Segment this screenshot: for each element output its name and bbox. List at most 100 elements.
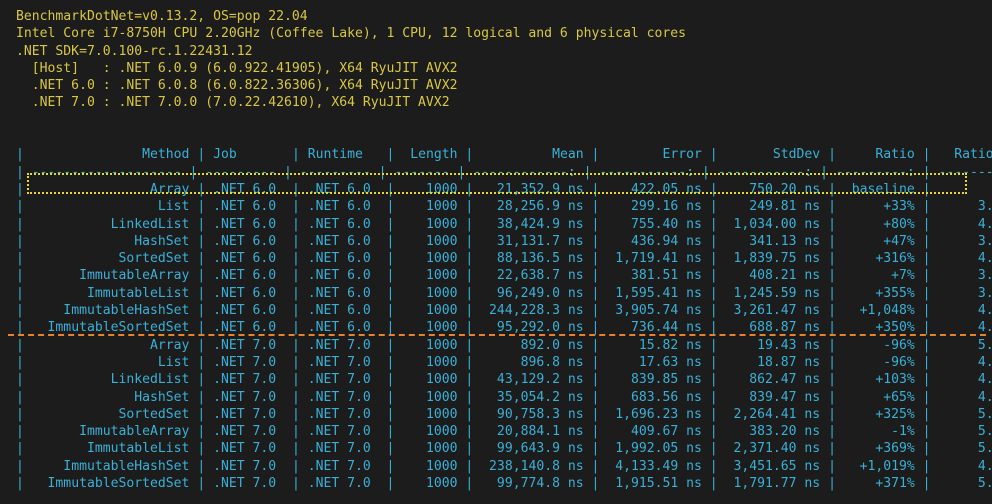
column-header-ratiosd: RatioSD bbox=[954, 147, 992, 163]
cell-ratiosd: 3.7% bbox=[977, 268, 992, 284]
cell-method: ImmutableList bbox=[23, 441, 198, 457]
cell-method: List bbox=[23, 199, 198, 215]
cell-stddev: 1,245.59 ns bbox=[717, 285, 829, 301]
cell-method: ImmutableArray bbox=[23, 424, 198, 440]
cell-runtime: .NET 7.0 bbox=[299, 441, 387, 457]
cell-length: 1000 bbox=[394, 372, 466, 388]
cell-ratiosd: 4.5% bbox=[977, 372, 992, 388]
cell-length: 1000 bbox=[394, 441, 466, 457]
cell-runtime: .NET 6.0 bbox=[299, 303, 387, 319]
header-line-cpu: Intel Core i7-8750H CPU 2.20GHz (Coffee … bbox=[16, 26, 687, 42]
cell-mean: 90,758.3 ns bbox=[473, 406, 592, 422]
cell-job: .NET 7.0 bbox=[205, 337, 292, 353]
cell-stddev: 383.20 ns bbox=[717, 424, 829, 440]
cell-ratiosd: 4.6% bbox=[977, 303, 992, 319]
cell-stddev: 18.87 ns bbox=[717, 354, 829, 370]
table-row: | List | .NET 7.0 | .NET 7.0 | 1000 | 89… bbox=[16, 354, 992, 371]
cell-runtime: .NET 6.0 bbox=[299, 199, 387, 215]
cell-job: .NET 6.0 bbox=[205, 268, 292, 284]
table-row: | ImmutableSortedSet | .NET 7.0 | .NET 7… bbox=[16, 475, 992, 492]
separator-cell: -----------: bbox=[591, 164, 702, 180]
cell-mean: 244,228.3 ns bbox=[473, 303, 592, 319]
cell-method: LinkedList bbox=[23, 216, 198, 232]
cell-method: HashSet bbox=[23, 389, 198, 405]
cell-method: ImmutableHashSet bbox=[23, 303, 198, 319]
terminal-output: BenchmarkDotNet=v0.13.2, OS=pop 22.04 In… bbox=[16, 8, 992, 492]
cell-job: .NET 7.0 bbox=[205, 441, 292, 457]
cell-mean: 28,256.9 ns bbox=[473, 199, 592, 215]
cell-runtime: .NET 6.0 bbox=[299, 181, 387, 197]
cell-job: .NET 7.0 bbox=[205, 406, 292, 422]
cell-length: 1000 bbox=[394, 216, 466, 232]
cell-error: 3,905.74 ns bbox=[599, 303, 710, 319]
cell-ratio: +33% bbox=[835, 199, 923, 215]
table-row: | SortedSet | .NET 7.0 | .NET 7.0 | 1000… bbox=[16, 406, 992, 423]
cell-job: .NET 6.0 bbox=[205, 199, 292, 215]
cell-error: 422.05 ns bbox=[599, 181, 710, 197]
cell-error: 1,719.41 ns bbox=[599, 251, 710, 267]
cell-ratio: +369% bbox=[835, 441, 923, 457]
cell-length: 1000 bbox=[394, 233, 466, 249]
cell-length: 1000 bbox=[394, 181, 466, 197]
table-row: | ImmutableSortedSet | .NET 6.0 | .NET 6… bbox=[16, 319, 992, 336]
cell-length: 1000 bbox=[394, 389, 466, 405]
table-row: | SortedSet | .NET 6.0 | .NET 6.0 | 1000… bbox=[16, 250, 992, 267]
cell-ratiosd: 5.4% bbox=[977, 406, 992, 422]
header-line-host-runtime: [Host] : .NET 6.0.9 (6.0.922.41905), X64… bbox=[16, 60, 458, 76]
cell-ratiosd: 3.2% bbox=[977, 285, 992, 301]
cell-ratio: +103% bbox=[835, 372, 923, 388]
cell-length: 1000 bbox=[394, 337, 466, 353]
cell-mean: 99,774.8 ns bbox=[473, 476, 592, 492]
cell-ratiosd: 5.5% bbox=[977, 441, 992, 457]
cell-runtime: .NET 6.0 bbox=[299, 268, 387, 284]
cell-method: ImmutableSortedSet bbox=[23, 320, 198, 336]
cell-ratiosd: 5.0% bbox=[977, 424, 992, 440]
cell-mean: 892.0 ns bbox=[473, 337, 592, 353]
column-header-ratio: Ratio bbox=[835, 147, 923, 163]
cell-ratio: +355% bbox=[835, 285, 923, 301]
cell-ratio: +316% bbox=[835, 251, 923, 267]
cell-error: 1,915.51 ns bbox=[599, 476, 710, 492]
cell-method: List bbox=[23, 354, 198, 370]
cell-error: 381.51 ns bbox=[599, 268, 710, 284]
cell-error: 839.85 ns bbox=[599, 372, 710, 388]
table-row: | ImmutableHashSet | .NET 7.0 | .NET 7.0… bbox=[16, 458, 992, 475]
cell-mean: 43,129.2 ns bbox=[473, 372, 592, 388]
cell-method: SortedSet bbox=[23, 251, 198, 267]
cell-stddev: 750.20 ns bbox=[717, 181, 829, 197]
cell-ratiosd: 3.9% bbox=[977, 199, 992, 215]
table-row: | HashSet | .NET 6.0 | .NET 6.0 | 1000 |… bbox=[16, 233, 992, 250]
cell-mean: 31,131.7 ns bbox=[473, 233, 592, 249]
cell-ratiosd: 4.7% bbox=[977, 216, 992, 232]
cell-method: SortedSet bbox=[23, 406, 198, 422]
cell-mean: 95,292.0 ns bbox=[473, 320, 592, 336]
cell-ratiosd: 5.0% bbox=[977, 476, 992, 492]
cell-job: .NET 7.0 bbox=[205, 372, 292, 388]
cell-error: 15.82 ns bbox=[599, 337, 710, 353]
separator-cell: --------- bbox=[291, 164, 379, 180]
environment-info: BenchmarkDotNet=v0.13.2, OS=pop 22.04 In… bbox=[16, 8, 986, 112]
cell-ratio: baseline bbox=[835, 181, 923, 197]
cell-ratiosd: 4.5% bbox=[977, 458, 992, 474]
cell-length: 1000 bbox=[394, 354, 466, 370]
cell-stddev: 688.87 ns bbox=[717, 320, 829, 336]
cell-runtime: .NET 6.0 bbox=[299, 233, 387, 249]
cell-method: LinkedList bbox=[23, 372, 198, 388]
column-header-error: Error bbox=[599, 147, 710, 163]
cell-length: 1000 bbox=[394, 424, 466, 440]
cell-job: .NET 6.0 bbox=[205, 320, 292, 336]
cell-mean: 20,884.1 ns bbox=[473, 424, 592, 440]
table-row: | LinkedList | .NET 6.0 | .NET 6.0 | 100… bbox=[16, 216, 992, 233]
cell-length: 1000 bbox=[394, 251, 466, 267]
cell-runtime: .NET 7.0 bbox=[299, 389, 387, 405]
cell-runtime: .NET 7.0 bbox=[299, 424, 387, 440]
cell-error: 1,992.05 ns bbox=[599, 441, 710, 457]
header-line-net7-runtime: .NET 7.0 : .NET 7.0.0 (7.0.22.42610), X6… bbox=[16, 95, 450, 111]
benchmark-results-table: | Method | Job | Runtime | Length | Mean… bbox=[16, 146, 992, 492]
cell-ratio: -96% bbox=[835, 354, 923, 370]
cell-error: 409.67 ns bbox=[599, 424, 710, 440]
cell-method: Array bbox=[23, 181, 198, 197]
cell-stddev: 2,264.41 ns bbox=[717, 406, 829, 422]
column-header-method: Method bbox=[23, 147, 198, 163]
